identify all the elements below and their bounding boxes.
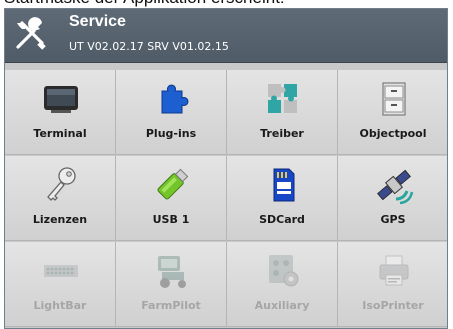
header-bar: Service UT V02.02.17 SRV V01.02.15 — [5, 9, 447, 63]
tile-label: Lizenzen — [32, 213, 88, 226]
tile-terminal[interactable]: Terminal — [5, 70, 116, 155]
tile-lizenzen[interactable]: Lizenzen — [5, 156, 116, 241]
tile-isoprinter[interactable]: IsoPrinter — [338, 242, 447, 327]
tile-label: Objectpool — [359, 127, 427, 140]
tile-label: IsoPrinter — [362, 299, 424, 312]
lightbar-icon — [44, 265, 78, 277]
tile-label: LightBar — [33, 299, 87, 312]
service-window: Service UT V02.02.17 SRV V01.02.15 Termi… — [4, 8, 448, 329]
tile-label: Treiber — [260, 127, 304, 140]
key-icon — [47, 167, 76, 201]
puzzle-pieces-icon — [268, 84, 297, 113]
terminal-icon — [44, 86, 78, 113]
tile-label: FarmPilot — [141, 299, 201, 312]
filing-cabinet-icon — [382, 82, 406, 116]
tile-label: Plug-ins — [145, 127, 197, 140]
tile-lightbar[interactable]: LightBar — [5, 242, 116, 327]
tile-auxiliary[interactable]: Auxiliary — [227, 242, 338, 327]
usb-stick-icon — [157, 168, 189, 200]
sd-card-icon — [273, 168, 295, 202]
tile-treiber[interactable]: Treiber — [227, 70, 338, 155]
tractor-icon — [158, 256, 186, 288]
tile-sdcard[interactable]: SDCard — [227, 156, 338, 241]
printer-icon — [379, 255, 409, 286]
menu-grid: Terminal Plug-ins Treiber Objectpool Liz… — [5, 70, 447, 328]
tile-label: GPS — [380, 213, 406, 226]
tile-label: Auxiliary — [254, 299, 310, 312]
header-title: Service — [69, 13, 126, 30]
page-caption: Startmaske der Applikation erscheint: — [0, 0, 453, 8]
satellite-icon — [377, 169, 414, 205]
tile-gps[interactable]: GPS — [338, 156, 447, 241]
tile-objectpool[interactable]: Objectpool — [338, 70, 447, 155]
auxiliary-icon — [269, 255, 299, 287]
tile-farmpilot[interactable]: FarmPilot — [116, 242, 227, 327]
tile-usb-1[interactable]: USB 1 — [116, 156, 227, 241]
tile-label: Terminal — [33, 127, 87, 140]
tile-label: USB 1 — [152, 213, 190, 226]
tile-label: SDCard — [259, 213, 305, 226]
puzzle-piece-icon — [161, 84, 189, 114]
tools-icon — [16, 17, 46, 50]
version-info: UT V02.02.17 SRV V01.02.15 — [69, 40, 229, 53]
tile-plug-ins[interactable]: Plug-ins — [116, 70, 227, 155]
